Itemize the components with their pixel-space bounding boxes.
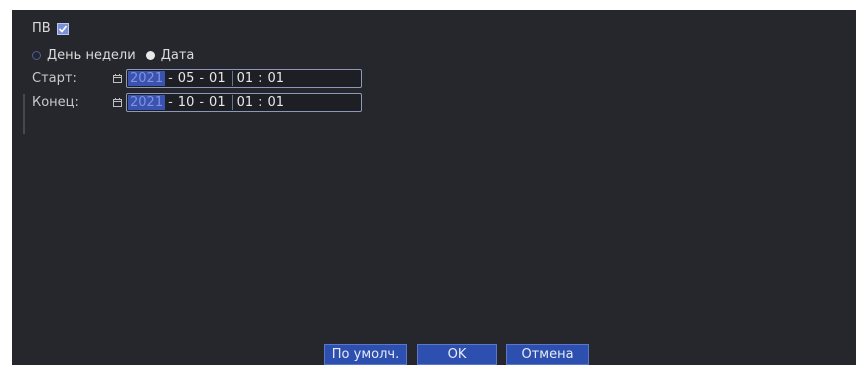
start-label: Старт: (32, 71, 77, 86)
start-day[interactable]: 01 (207, 71, 228, 86)
time-separator: : (258, 71, 263, 86)
start-month[interactable]: 05 (176, 71, 197, 86)
end-year[interactable]: 2021 (128, 95, 166, 110)
date-separator: - (168, 95, 173, 110)
edge-marker (23, 94, 25, 134)
radio-date[interactable] (145, 51, 155, 60)
ok-button[interactable]: OK (417, 344, 497, 365)
start-year[interactable]: 2021 (128, 71, 166, 86)
radio-weekday-label[interactable]: День недели (47, 48, 136, 63)
end-label: Конец: (32, 95, 79, 110)
dst-checkbox[interactable] (56, 22, 69, 35)
radio-date-label[interactable]: Дата (161, 48, 195, 63)
calendar-icon[interactable] (112, 98, 122, 108)
start-datetime-field[interactable]: 2021 - 05 - 01 01 : 01 (126, 69, 362, 88)
time-separator: : (258, 95, 263, 110)
end-hour[interactable]: 01 (231, 95, 256, 110)
end-datetime-field[interactable]: 2021 - 10 - 01 01 : 01 (126, 93, 362, 112)
cancel-button[interactable]: Отмена (506, 344, 589, 365)
start-hour[interactable]: 01 (231, 71, 256, 86)
end-row: Конец: 2021 - 10 - 01 01 : 01 (32, 93, 362, 112)
dst-settings-dialog: ПВ День недели Дата Старт: 2021 - 05 - 0… (12, 10, 856, 365)
date-separator: - (199, 71, 205, 86)
end-minute[interactable]: 01 (266, 95, 287, 110)
date-separator: - (199, 95, 205, 110)
mode-row: День недели Дата (32, 48, 194, 63)
default-button[interactable]: По умолч. (324, 344, 407, 365)
date-separator: - (168, 71, 173, 86)
check-icon (58, 24, 67, 33)
dst-row: ПВ (32, 21, 69, 36)
end-month[interactable]: 10 (176, 95, 197, 110)
dst-label: ПВ (32, 21, 51, 36)
start-row: Старт: 2021 - 05 - 01 01 : 01 (32, 69, 362, 88)
page-margin (0, 0, 10, 365)
start-minute[interactable]: 01 (266, 71, 287, 86)
calendar-icon[interactable] (112, 74, 122, 84)
end-day[interactable]: 01 (207, 95, 228, 110)
radio-weekday[interactable] (32, 51, 41, 60)
